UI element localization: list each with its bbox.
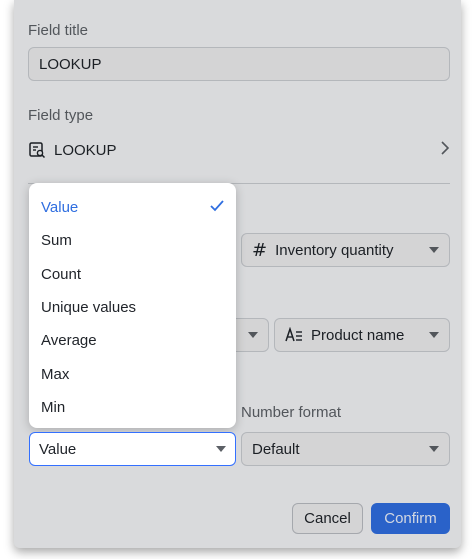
option-label: Max <box>41 365 70 383</box>
checkmark-icon <box>210 199 224 216</box>
option-label: Sum <box>41 232 72 250</box>
field-type-label: Field type <box>28 107 94 124</box>
dropdown-option-max[interactable]: Max <box>29 357 236 390</box>
dropdown-option-unique-values[interactable]: Unique values <box>29 291 236 324</box>
field-type-value: LOOKUP <box>54 141 117 159</box>
dropdown-option-sum[interactable]: Sum <box>29 224 236 257</box>
condition-field-select[interactable]: Product name <box>274 318 450 352</box>
lookup-field-select[interactable]: # Inventory quantity <box>241 233 450 267</box>
lookup-field-value: Inventory quantity <box>275 241 394 259</box>
lookup-icon <box>28 141 46 159</box>
field-title-input[interactable]: LOOKUP <box>28 47 450 81</box>
option-label: Average <box>41 332 97 350</box>
number-format-label: Number format <box>241 404 342 421</box>
chevron-down-icon <box>216 446 226 452</box>
dropdown-option-average[interactable]: Average <box>29 324 236 357</box>
number-format-select[interactable]: Default <box>241 432 450 466</box>
field-title-label: Field title <box>28 22 89 39</box>
cancel-button[interactable]: Cancel <box>292 503 363 534</box>
aggregation-select[interactable]: Value <box>29 432 236 466</box>
number-format-value: Default <box>252 440 300 458</box>
chevron-down-icon <box>429 332 439 338</box>
aggregation-dropdown-menu: Value Sum Count Unique values Average Ma… <box>29 183 236 428</box>
hash-icon: # <box>252 239 268 261</box>
field-type-selector[interactable]: LOOKUP <box>28 136 450 164</box>
confirm-button[interactable]: Confirm <box>371 503 450 534</box>
chevron-down-icon <box>248 332 258 338</box>
field-title-value: LOOKUP <box>39 55 102 73</box>
condition-field-value: Product name <box>311 326 405 344</box>
option-label: Unique values <box>41 299 137 317</box>
chevron-down-icon <box>429 446 439 452</box>
chevron-right-icon <box>440 141 450 159</box>
dropdown-option-value[interactable]: Value <box>29 191 236 224</box>
option-label: Count <box>41 265 82 283</box>
dropdown-option-count[interactable]: Count <box>29 258 236 291</box>
text-field-icon <box>285 326 303 343</box>
option-label: Value <box>41 199 79 217</box>
aggregation-value: Value <box>39 440 77 458</box>
dropdown-option-min[interactable]: Min <box>29 391 236 424</box>
chevron-down-icon <box>429 247 439 253</box>
option-label: Min <box>41 398 66 416</box>
